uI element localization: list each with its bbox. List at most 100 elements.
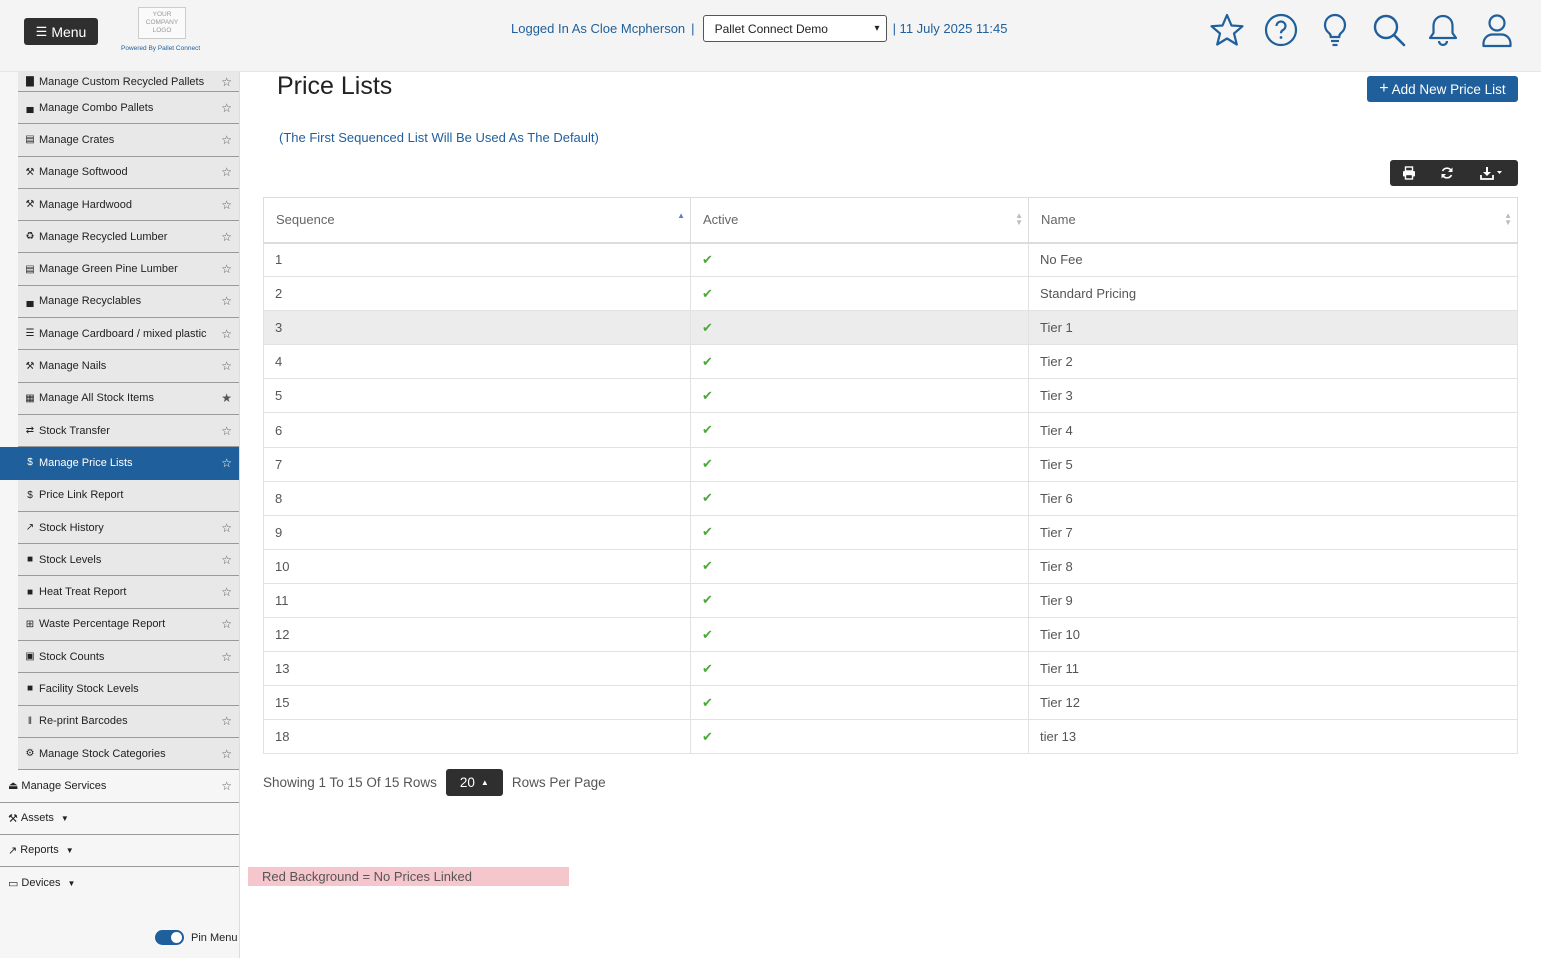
sidebar-item-label-wrap: ▇ Manage Custom Recycled Pallets <box>24 76 204 88</box>
dollar-icon: $ <box>27 489 33 501</box>
powered-by: Powered By Pallet Connect <box>121 45 201 52</box>
star-outline-icon[interactable]: ☆ <box>221 101 232 115</box>
star-outline-icon[interactable]: ☆ <box>221 617 232 631</box>
sidebar-item-stock-levels[interactable]: ■ Stock Levels ☆ <box>18 544 239 577</box>
pin-menu-label: Pin Menu <box>191 931 238 944</box>
table-row[interactable]: 1 ✔ No Fee <box>263 241 1518 278</box>
star-outline-icon[interactable]: ☆ <box>221 165 232 179</box>
sidebar-item-label-wrap: ▦ Manage All Stock Items <box>24 392 154 404</box>
star-outline-icon[interactable]: ☆ <box>221 133 232 147</box>
star-outline-icon[interactable]: ☆ <box>221 294 232 308</box>
bell-icon[interactable] <box>1425 10 1461 50</box>
table-row[interactable]: 9 ✔ Tier 7 <box>263 514 1518 550</box>
sidebar-item-manage-cardboard-mixed-plastic[interactable]: ☰ Manage Cardboard / mixed plastic ☆ <box>18 318 239 351</box>
sidebar-item-manage-hardwood[interactable]: ⚒ Manage Hardwood ☆ <box>18 188 239 222</box>
table-row[interactable]: 18 ✔ tier 13 <box>263 719 1518 755</box>
sidebar-item-price-link-report[interactable]: $ Price Link Report <box>18 479 239 512</box>
company-logo[interactable]: YOUR COMPANY LOGO <box>138 7 186 39</box>
table-row[interactable]: 13 ✔ Tier 11 <box>263 651 1518 687</box>
sidebar-item-facility-stock-levels[interactable]: ■ Facility Stock Levels <box>18 673 239 706</box>
favorites-star-icon[interactable] <box>1209 10 1245 50</box>
sidebar-item-re-print-barcodes[interactable]: ‖ Re-print Barcodes ☆ <box>18 705 239 738</box>
star-outline-icon[interactable]: ☆ <box>221 198 232 212</box>
sidebar-item-manage-stock-categories[interactable]: ⚙ Manage Stock Categories ☆ <box>18 737 239 771</box>
sidebar-item-manage-combo-pallets[interactable]: ▄ Manage Combo Pallets ☆ <box>18 92 239 125</box>
rows-per-page-select[interactable]: 20 ▲ <box>445 769 503 796</box>
sidebar-item-label: Manage Combo Pallets <box>39 101 154 114</box>
organization-select[interactable]: Pallet Connect Demo ▾ <box>702 15 887 42</box>
sidebar-item-assets[interactable]: ⚒ Assets ▼ <box>0 802 239 835</box>
sidebar-item-label-wrap: ⚙ Manage Stock Categories <box>24 748 166 760</box>
sidebar-item-label: Assets <box>20 812 54 825</box>
sidebar-item-manage-crates[interactable]: ▤ Manage Crates ☆ <box>18 124 239 157</box>
search-icon[interactable] <box>1371 10 1407 50</box>
sidebar-item-label: Facility Stock Levels <box>39 682 139 695</box>
sidebar-item-stock-transfer[interactable]: ⇄ Stock Transfer ☆ <box>18 414 239 448</box>
star-outline-icon[interactable]: ☆ <box>221 262 232 276</box>
name-cell: Tier 1 <box>1028 310 1518 346</box>
star-outline-icon[interactable]: ☆ <box>221 553 232 567</box>
help-icon[interactable] <box>1263 10 1299 50</box>
download-icon[interactable] <box>1466 160 1518 186</box>
sidebar-item-manage-nails[interactable]: ⚒ Manage Nails ☆ <box>18 350 239 383</box>
sidebar-item-manage-price-lists[interactable]: $ Manage Price Lists ☆ <box>0 447 239 480</box>
star-outline-icon[interactable]: ☆ <box>221 521 232 535</box>
star-outline-icon[interactable]: ☆ <box>221 585 232 599</box>
sidebar-item-manage-services[interactable]: ⏏ Manage Services ☆ <box>0 770 239 803</box>
table-row[interactable]: 11 ✔ Tier 9 <box>263 582 1518 619</box>
star-outline-icon[interactable]: ☆ <box>221 327 232 341</box>
combo-icon: ▄ <box>26 102 34 114</box>
sidebar-item-manage-softwood[interactable]: ⚒ Manage Softwood ☆ <box>18 156 239 189</box>
star-outline-icon[interactable]: ☆ <box>221 714 232 728</box>
table-row[interactable]: 2 ✔ Standard Pricing <box>263 276 1518 312</box>
sidebar-item-heat-treat-report[interactable]: ■ Heat Treat Report ☆ <box>18 576 239 609</box>
table-row[interactable]: 4 ✔ Tier 2 <box>263 344 1518 380</box>
column-header-name[interactable]: Name ▲ ▼ <box>1028 197 1518 244</box>
star-outline-icon[interactable]: ☆ <box>221 650 232 664</box>
star-outline-icon[interactable]: ☆ <box>221 456 232 470</box>
sidebar-item-devices[interactable]: ▭ Devices ▼ <box>0 867 239 900</box>
sidebar-item-stock-counts[interactable]: ▣ Stock Counts ☆ <box>18 641 239 674</box>
table-body: 1 ✔ No Fee 2 ✔ Standard Pricing 3 ✔ Tier 1 4 ✔ Tier… <box>263 241 1518 755</box>
star-outline-icon[interactable]: ☆ <box>221 230 232 244</box>
print-icon[interactable] <box>1390 160 1428 186</box>
sidebar-item-reports[interactable]: ↗ Reports ▼ <box>0 834 239 868</box>
sidebar-item-label-wrap: ‖ Re-print Barcodes <box>24 715 128 727</box>
sidebar-item-manage-custom-recycled-pallets[interactable]: ▇ Manage Custom Recycled Pallets ☆ <box>18 72 239 92</box>
table-row[interactable]: 3 ✔ Tier 1 <box>263 310 1518 346</box>
menu-button[interactable]: ☰ Menu <box>24 18 98 45</box>
star-outline-icon[interactable]: ☆ <box>221 779 232 793</box>
star-filled-icon[interactable]: ★ <box>221 391 232 405</box>
sidebar-item-manage-all-stock-items[interactable]: ▦ Manage All Stock Items ★ <box>18 382 239 415</box>
star-outline-icon[interactable]: ☆ <box>221 359 232 373</box>
column-header-sequence[interactable]: Sequence ▲ <box>263 197 691 244</box>
user-icon[interactable] <box>1479 10 1515 50</box>
column-header-active[interactable]: Active ▲ ▼ <box>690 197 1029 244</box>
table-row[interactable]: 8 ✔ Tier 6 <box>263 480 1518 516</box>
table-row[interactable]: 12 ✔ Tier 10 <box>263 617 1518 653</box>
sidebar-item-manage-green-pine-lumber[interactable]: ▤ Manage Green Pine Lumber ☆ <box>18 253 239 286</box>
column-header-label: Name <box>1041 212 1076 228</box>
sidebar-item-waste-percentage-report[interactable]: ⊞ Waste Percentage Report ☆ <box>18 608 239 642</box>
table-row[interactable]: 5 ✔ Tier 3 <box>263 378 1518 414</box>
table-row[interactable]: 15 ✔ Tier 12 <box>263 685 1518 721</box>
sidebar-item-manage-recyclables[interactable]: ▄ Manage Recyclables ☆ <box>18 285 239 319</box>
sidebar-item-manage-recycled-lumber[interactable]: ♻ Manage Recycled Lumber ☆ <box>18 221 239 254</box>
list-icon: ☰ <box>25 328 35 340</box>
add-price-list-button[interactable]: + Add New Price List <box>1367 76 1518 102</box>
sidebar-item-label: Waste Percentage Report <box>39 618 166 631</box>
sidebar-item-stock-history[interactable]: ↗ Stock History ☆ <box>18 511 239 545</box>
star-outline-icon[interactable]: ☆ <box>221 75 232 89</box>
pin-menu[interactable]: Pin Menu <box>155 930 237 945</box>
lightbulb-icon[interactable] <box>1317 10 1353 50</box>
table-row[interactable]: 6 ✔ Tier 4 <box>263 412 1518 448</box>
table-row[interactable]: 10 ✔ Tier 8 <box>263 548 1518 584</box>
pin-menu-toggle[interactable] <box>155 930 184 945</box>
sidebar-item-label-wrap: ⊞ Waste Percentage Report <box>24 618 165 630</box>
refresh-icon[interactable] <box>1428 160 1466 186</box>
cogs-icon: ⚙ <box>25 748 35 760</box>
table-row[interactable]: 7 ✔ Tier 5 <box>263 446 1518 482</box>
star-outline-icon[interactable]: ☆ <box>221 747 232 761</box>
recycle-icon: ♻ <box>25 231 35 243</box>
star-outline-icon[interactable]: ☆ <box>221 424 232 438</box>
